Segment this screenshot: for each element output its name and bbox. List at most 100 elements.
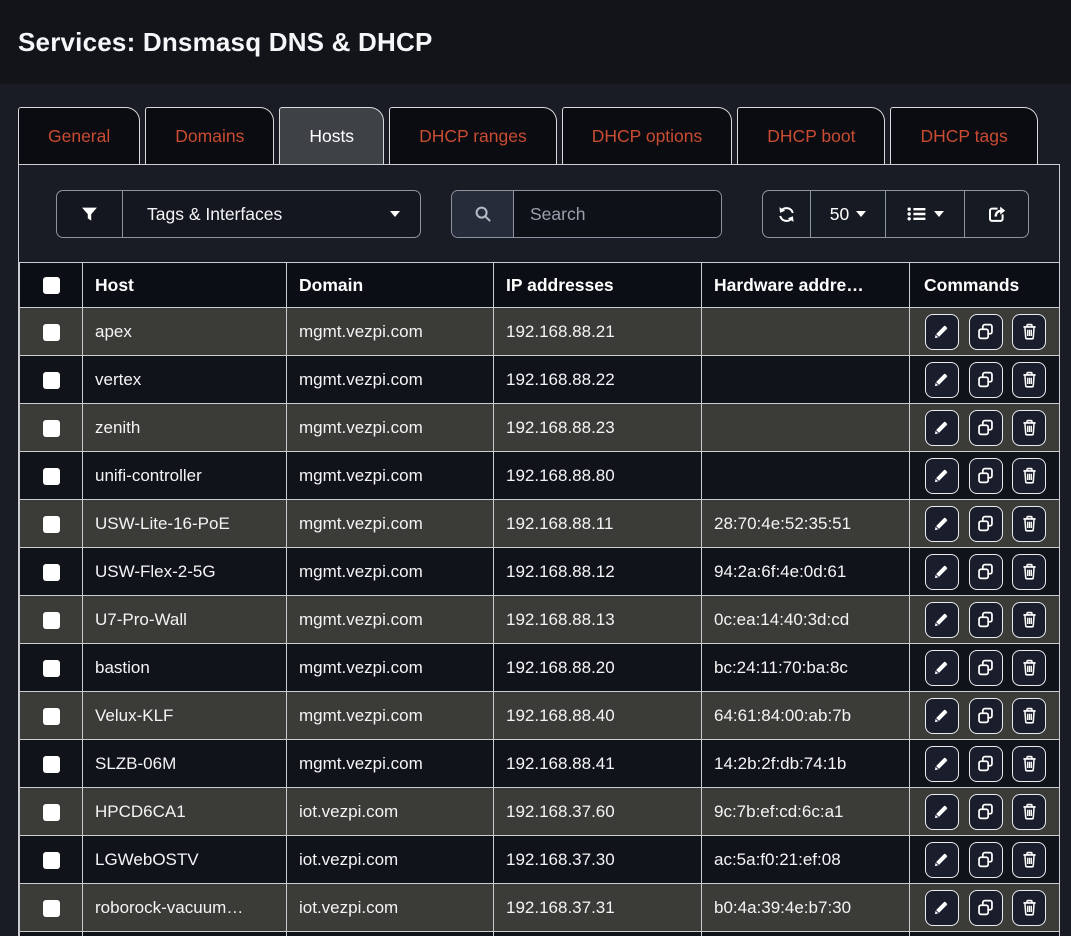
delete-button[interactable] [1012, 314, 1046, 350]
cell-hardware-address [702, 308, 910, 356]
tab-hosts[interactable]: Hosts [279, 107, 384, 164]
row-checkbox[interactable] [43, 612, 60, 629]
edit-button[interactable] [925, 602, 959, 638]
tab-domains[interactable]: Domains [145, 107, 274, 164]
table-row: USW-Lite-16-PoE mgmt.vezpi.com 192.168.8… [20, 500, 1061, 548]
copy-button[interactable] [969, 362, 1003, 398]
row-checkbox[interactable] [43, 564, 60, 581]
delete-button[interactable] [1012, 554, 1046, 590]
tab-dhcp-ranges[interactable]: DHCP ranges [389, 107, 557, 164]
delete-button[interactable] [1012, 602, 1046, 638]
cell-domain: iot.vezpi.com [287, 884, 494, 932]
delete-button[interactable] [1012, 362, 1046, 398]
column-header[interactable]: Commands [910, 263, 1061, 308]
cell-commands [910, 308, 1061, 356]
delete-button[interactable] [1012, 410, 1046, 446]
row-checkbox[interactable] [43, 804, 60, 821]
table-row: Velux-KLF mgmt.vezpi.com 192.168.88.40 6… [20, 692, 1061, 740]
cell-hardware-address: 64:61:84:00:ab:7b [702, 692, 910, 740]
edit-button[interactable] [925, 410, 959, 446]
cell-ip-addresses: 192.168.37.60 [494, 788, 702, 836]
row-checkbox[interactable] [43, 468, 60, 485]
tab-general[interactable]: General [18, 107, 140, 164]
cell-ip-addresses: 192.168.88.22 [494, 356, 702, 404]
row-checkbox[interactable] [43, 708, 60, 725]
copy-button[interactable] [969, 314, 1003, 350]
filter-select[interactable]: Tags & Interfaces [123, 191, 420, 237]
column-header[interactable]: IP addresses [494, 263, 702, 308]
tab-dhcp-options[interactable]: DHCP options [562, 107, 733, 164]
page-size-select[interactable]: 50 [811, 191, 886, 237]
cell-commands [910, 692, 1061, 740]
refresh-button[interactable] [763, 191, 811, 237]
page-size-value: 50 [830, 204, 849, 225]
trash-icon [1020, 514, 1039, 533]
cell-host: USW-Flex-2-5G [83, 548, 287, 596]
trash-icon [1020, 658, 1039, 677]
edit-button[interactable] [925, 554, 959, 590]
edit-button[interactable] [925, 314, 959, 350]
column-header[interactable]: Domain [287, 263, 494, 308]
row-checkbox[interactable] [43, 420, 60, 437]
trash-icon [1020, 850, 1039, 869]
tab-dhcp-boot[interactable]: DHCP boot [737, 107, 885, 164]
cell-commands [910, 452, 1061, 500]
copy-button[interactable] [969, 794, 1003, 830]
pencil-icon [932, 802, 951, 821]
column-header[interactable]: Hardware addre… [702, 263, 910, 308]
copy-button[interactable] [969, 890, 1003, 926]
row-checkbox[interactable] [43, 324, 60, 341]
cell-domain: iot.vezpi.com [287, 836, 494, 884]
copy-button[interactable] [969, 698, 1003, 734]
delete-button[interactable] [1012, 746, 1046, 782]
delete-button[interactable] [1012, 890, 1046, 926]
pencil-icon [932, 514, 951, 533]
column-view-select[interactable] [886, 191, 965, 237]
tab-dhcp-tags[interactable]: DHCP tags [890, 107, 1037, 164]
edit-button[interactable] [925, 746, 959, 782]
filter-selected-label: Tags & Interfaces [147, 204, 282, 225]
row-checkbox[interactable] [43, 852, 60, 869]
copy-button[interactable] [969, 458, 1003, 494]
cell-host: HPCD6CA1 [83, 788, 287, 836]
row-checkbox[interactable] [43, 372, 60, 389]
pencil-icon [932, 322, 951, 341]
copy-button[interactable] [969, 554, 1003, 590]
copy-button[interactable] [969, 746, 1003, 782]
edit-button[interactable] [925, 362, 959, 398]
cell-hardware-address [702, 452, 910, 500]
select-all-checkbox[interactable] [43, 277, 60, 294]
edit-button[interactable] [925, 890, 959, 926]
row-checkbox[interactable] [43, 900, 60, 917]
cell-hardware-address [702, 356, 910, 404]
cell-hardware-address [702, 404, 910, 452]
copy-button[interactable] [969, 842, 1003, 878]
delete-button[interactable] [1012, 794, 1046, 830]
delete-button[interactable] [1012, 698, 1046, 734]
filter-button[interactable] [57, 191, 123, 237]
copy-button[interactable] [969, 650, 1003, 686]
delete-button[interactable] [1012, 650, 1046, 686]
pencil-icon [932, 562, 951, 581]
delete-button[interactable] [1012, 458, 1046, 494]
search-input[interactable] [514, 191, 721, 237]
row-checkbox[interactable] [43, 756, 60, 773]
edit-button[interactable] [925, 650, 959, 686]
cell-commands [910, 500, 1061, 548]
delete-button[interactable] [1012, 506, 1046, 542]
export-button[interactable] [965, 191, 1028, 237]
edit-button[interactable] [925, 794, 959, 830]
delete-button[interactable] [1012, 842, 1046, 878]
table-row: SLZB-06M mgmt.vezpi.com 192.168.88.41 14… [20, 740, 1061, 788]
row-checkbox[interactable] [43, 660, 60, 677]
edit-button[interactable] [925, 506, 959, 542]
edit-button[interactable] [925, 698, 959, 734]
pencil-icon [932, 754, 951, 773]
copy-button[interactable] [969, 410, 1003, 446]
edit-button[interactable] [925, 842, 959, 878]
column-header[interactable]: Host [83, 263, 287, 308]
copy-button[interactable] [969, 506, 1003, 542]
row-checkbox[interactable] [43, 516, 60, 533]
copy-button[interactable] [969, 602, 1003, 638]
edit-button[interactable] [925, 458, 959, 494]
